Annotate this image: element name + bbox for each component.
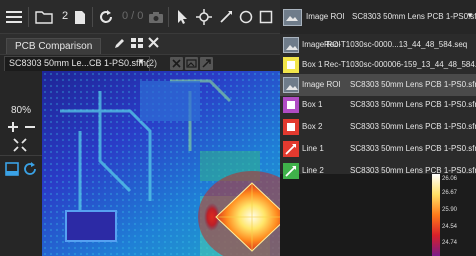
remove-file-icon[interactable]: [170, 57, 183, 70]
toolbar-divider: [92, 7, 93, 27]
box-roi-icon: [283, 119, 299, 135]
roi-item-label: Box 1: [302, 100, 323, 109]
toolbar-divider: [28, 7, 29, 27]
image-thumbnail[interactable]: [5, 75, 37, 99]
roi-item-file: SC8303 50mm Lens PCB 1-PS0.sfmov: [350, 144, 476, 153]
temperature-scale: 26.06 26.67 25.90 24.54 24.74: [430, 174, 476, 256]
roi-selector-file: SC8303 50mm Lens PCB 1-PS0.sfmov: [352, 12, 476, 21]
scale-value: 26.06: [442, 176, 458, 182]
roi-item-file: Rec-T1030sc-000006-159_13_44_48_584.seq: [324, 60, 476, 69]
edit-pencil-icon[interactable]: [114, 37, 126, 49]
file-select-value: SC8303 50mm Le...CB 1-PS0.sfmov: [9, 58, 150, 68]
page-count: 2: [62, 10, 69, 22]
roi-selector-label: Image ROI: [306, 12, 345, 21]
chevron-down-icon[interactable]: ▼: [466, 11, 474, 20]
roi-item-label: Box 1: [302, 60, 323, 69]
roi-item-label: Box 2: [302, 122, 323, 131]
roi-dropdown-list: Image ROI Rec-T1030sc-0000...13_44_48_584…: [280, 34, 476, 179]
chevron-down-icon: ▼: [137, 57, 145, 66]
move-icon[interactable]: [194, 7, 214, 27]
image-roi-icon: [283, 37, 299, 53]
zoom-out-icon[interactable]: [24, 121, 36, 133]
box-roi-icon: [283, 57, 299, 73]
open-folder-icon[interactable]: [34, 7, 54, 27]
panel-layout-icon[interactable]: [5, 162, 19, 176]
thermal-image-viewer[interactable]: [0, 71, 280, 256]
sidebar-divider: [0, 155, 42, 156]
scale-value: 24.74: [442, 240, 458, 246]
export-arrow-icon[interactable]: [200, 57, 213, 70]
scale-value: 26.67: [442, 190, 458, 196]
refresh-icon[interactable]: [96, 7, 116, 27]
zoom-level: 80%: [10, 105, 31, 116]
panel-tab-bar: PCB Comparison: [0, 34, 280, 59]
file-selector-row: SC8303 50mm Le...CB 1-PS0.sfmov ▼ (2): [0, 54, 280, 74]
box-roi-icon: [283, 97, 299, 113]
toolbar-divider: [168, 7, 169, 27]
roi-selector[interactable]: Image ROI SC8303 50mm Lens PCB 1-PS0.sfm…: [280, 0, 476, 34]
image-file-icon[interactable]: [185, 57, 198, 70]
menu-icon[interactable]: [4, 7, 24, 27]
frame-counter: 0 / 0: [122, 10, 144, 22]
close-icon[interactable]: [148, 37, 159, 48]
roi-item-file: Rec-T1030sc-0000...13_44_48_584.seq: [324, 40, 468, 49]
document-icon[interactable]: [70, 7, 90, 27]
fit-to-screen-icon[interactable]: [13, 138, 27, 152]
thermal-image: [0, 71, 280, 256]
roi-item-label: Line 1: [302, 144, 324, 153]
grid-layout-icon[interactable]: [131, 37, 143, 49]
file-count: (2): [146, 58, 157, 68]
roi-list-item[interactable]: Image ROI Rec-T1030sc-0000...13_44_48_584…: [280, 34, 476, 56]
viewer-sidebar: 80%: [0, 71, 42, 256]
line-tool-icon[interactable]: [216, 7, 236, 27]
image-roi-icon: [283, 9, 302, 26]
roi-list-item[interactable]: Image ROI SC8303 50mm Lens PCB 1-PS0.sfmo…: [280, 74, 476, 96]
roi-item-file: SC8303 50mm Lens PCB 1-PS0.sfmov: [350, 122, 476, 131]
roi-item-file: SC8303 50mm Lens PCB 1-PS0.sfmov: [350, 100, 476, 109]
scale-value: 24.54: [442, 224, 458, 230]
roi-item-label: Line 2: [302, 166, 324, 175]
roi-list-item[interactable]: Box 1 Rec-T1030sc-000006-159_13_44_48_584…: [280, 54, 476, 76]
roi-list-item[interactable]: Box 1 SC8303 50mm Lens PCB 1-PS0.sfmov: [280, 94, 476, 116]
roi-list-item[interactable]: Box 2 SC8303 50mm Lens PCB 1-PS0.sfmov: [280, 116, 476, 138]
sync-icon[interactable]: [23, 162, 37, 176]
zoom-in-icon[interactable]: [7, 121, 19, 133]
box-tool-icon[interactable]: [256, 7, 276, 27]
roi-list-item[interactable]: Line 1 SC8303 50mm Lens PCB 1-PS0.sfmov: [280, 138, 476, 160]
roi-item-file: SC8303 50mm Lens PCB 1-PS0.sfmov: [350, 80, 476, 89]
color-bar: [432, 174, 440, 256]
roi-item-label: Image ROI: [302, 80, 341, 89]
scale-value: 25.90: [442, 207, 458, 213]
line-roi-icon: [283, 163, 299, 179]
line-roi-icon: [283, 141, 299, 157]
image-roi-icon: [283, 77, 299, 93]
ellipse-tool-icon[interactable]: [236, 7, 256, 27]
pointer-icon[interactable]: [172, 7, 192, 27]
camera-icon: [146, 7, 166, 27]
